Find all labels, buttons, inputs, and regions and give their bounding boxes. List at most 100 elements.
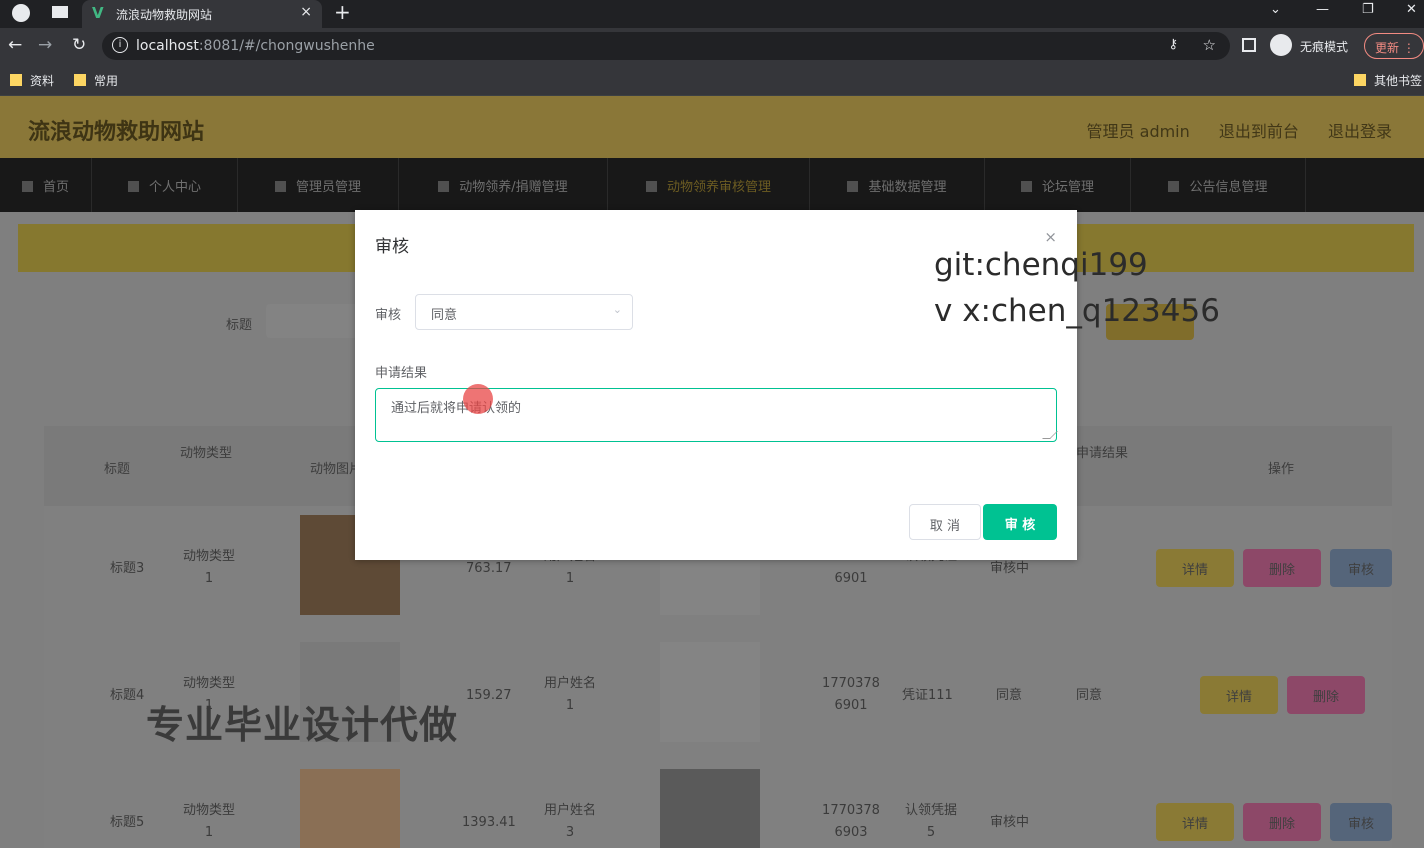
nav-item-admins[interactable]: 管理员管理	[238, 158, 399, 212]
cell-cert: 认领凭据 5	[904, 803, 957, 840]
review-button[interactable]: 审核	[1330, 549, 1392, 587]
watermark-line-2: v x:chen_q123456	[934, 293, 1220, 329]
tab-search-icon[interactable]: ⌄	[1270, 2, 1281, 17]
app-title: 流浪动物救助网站	[28, 120, 205, 145]
cell-result: 同意	[1076, 688, 1103, 703]
bookmarks-bar: 资料 常用 其他书签	[0, 64, 1424, 96]
user-avatar	[660, 642, 760, 742]
vue-logo-icon: V	[92, 4, 104, 22]
nav-label: 首页	[42, 180, 69, 195]
result-textarea-value: 通过后就将申请认领的	[391, 401, 522, 416]
back-icon[interactable]: ←	[8, 35, 22, 55]
resize-handle[interactable]	[1042, 431, 1058, 439]
detail-button[interactable]: 详情	[1156, 803, 1234, 841]
bookmark-folder-changyong[interactable]: 常用	[74, 72, 118, 89]
bookmark-star-icon[interactable]: ☆	[1203, 36, 1216, 54]
nav-label: 公告信息管理	[1189, 180, 1268, 195]
watermark-line-1: git:chenqi199	[934, 247, 1148, 283]
overlay-watermark: 专业毕业设计代做	[146, 703, 459, 747]
review-select[interactable]: 同意 ⌄	[415, 294, 633, 330]
bookmark-folder-ziliao[interactable]: 资料	[10, 72, 54, 89]
close-window-button[interactable]: ✕	[1406, 2, 1417, 17]
cell-price: 1393.41	[462, 815, 516, 830]
tab-close-icon[interactable]: ×	[300, 4, 312, 20]
url-host: localhost	[136, 38, 199, 54]
chevron-down-icon: ⌄	[612, 303, 622, 316]
globe-icon[interactable]	[12, 4, 30, 22]
site-info-icon[interactable]: i	[112, 37, 128, 53]
update-button[interactable]: 更新 ⋮	[1364, 33, 1424, 59]
nav-label: 动物领养审核管理	[666, 180, 771, 195]
url-text: localhost:8081/#/chongwushenhe	[136, 38, 375, 54]
detail-label: 详情	[1181, 817, 1208, 832]
cell-phone: 17703786901	[822, 676, 880, 713]
nav-item-notice[interactable]: 公告信息管理	[1131, 158, 1306, 212]
exit-front-link[interactable]: 退出到前台	[1219, 122, 1299, 141]
review-icon	[645, 181, 657, 192]
cell-type: 动物类型 1	[182, 803, 235, 840]
cell-status: 审核中	[990, 815, 1030, 830]
th-type[interactable]: 动物类型	[180, 442, 232, 461]
search-input[interactable]	[266, 304, 366, 338]
nav-item-profile[interactable]: 个人中心	[92, 158, 238, 212]
th-title[interactable]: 标题	[104, 458, 130, 477]
bookmark-label: 资料	[30, 74, 55, 88]
cell-title: 标题3	[110, 561, 145, 576]
other-bookmarks[interactable]: 其他书签	[1354, 72, 1422, 89]
cell-phone: 17703786903	[822, 803, 880, 840]
detail-label: 详情	[1181, 563, 1208, 578]
nav-item-basedata[interactable]: 基础数据管理	[810, 158, 985, 212]
cell-price: 763.17	[466, 561, 512, 576]
delete-button[interactable]: 删除	[1287, 676, 1365, 714]
delete-button[interactable]: 删除	[1243, 549, 1321, 587]
confirm-review-button[interactable]: 审 核	[983, 504, 1057, 540]
folder-icon	[74, 74, 86, 86]
browser-tab[interactable]: V 流浪动物救助网站 ×	[82, 0, 322, 28]
review-label: 审核	[1347, 817, 1374, 832]
detail-button[interactable]: 详情	[1200, 676, 1278, 714]
delete-label: 删除	[1268, 563, 1295, 578]
user-avatar	[660, 769, 760, 848]
th-ops: 操作	[1268, 462, 1295, 477]
review-select-value: 同意	[431, 308, 458, 323]
cell-status: 审核中	[990, 561, 1030, 576]
main-nav: 首页 个人中心 管理员管理 动物领养/捐赠管理 动物领养审核管理 基础数据管理 …	[0, 158, 1424, 212]
adopt-icon	[438, 181, 450, 192]
incognito-icon[interactable]	[1270, 34, 1292, 56]
maximize-button[interactable]: ❐	[1362, 2, 1374, 17]
cancel-button[interactable]: 取 消	[909, 504, 981, 540]
tab-title: 流浪动物救助网站	[116, 8, 213, 22]
forward-icon[interactable]: →	[38, 35, 52, 55]
reload-icon[interactable]: ↻	[72, 35, 86, 55]
side-panel-icon[interactable]	[1242, 38, 1256, 52]
pet-image	[300, 769, 400, 848]
nav-item-review[interactable]: 动物领养审核管理	[608, 158, 810, 212]
app-header: 流浪动物救助网站 管理员 admin 退出到前台 退出登录	[0, 96, 1424, 158]
logout-link[interactable]: 退出登录	[1328, 122, 1392, 141]
delete-label: 删除	[1312, 690, 1339, 705]
nav-item-forum[interactable]: 论坛管理	[985, 158, 1131, 212]
review-button[interactable]: 审核	[1330, 803, 1392, 841]
cell-status: 同意	[996, 688, 1023, 703]
review-label: 审核	[1347, 563, 1374, 578]
detail-button[interactable]: 详情	[1156, 549, 1234, 587]
password-key-icon[interactable]: ⚷	[1168, 37, 1178, 52]
mouse-cursor-highlight	[463, 384, 493, 414]
detail-label: 详情	[1225, 690, 1252, 705]
new-tab-button[interactable]: +	[334, 0, 351, 24]
admin-icon	[274, 181, 286, 192]
th-result[interactable]: 申请结果	[1076, 442, 1128, 461]
browser-tab-bar: V 流浪动物救助网站 × + ⌄ — ❐ ✕	[0, 0, 1424, 28]
cell-title: 标题4	[110, 688, 145, 703]
minimize-button[interactable]: —	[1316, 2, 1329, 17]
window-icon[interactable]	[52, 6, 68, 18]
nav-item-home[interactable]: 首页	[0, 158, 92, 212]
nav-item-adoption[interactable]: 动物领养/捐赠管理	[399, 158, 608, 212]
cell-user: 用户姓名 3	[543, 803, 596, 840]
delete-button[interactable]: 删除	[1243, 803, 1321, 841]
url-input[interactable]: i localhost:8081/#/chongwushenhe ⚷ ☆	[102, 32, 1230, 60]
data-icon	[847, 181, 859, 192]
url-path: :8081/#/chongwushenhe	[198, 38, 375, 54]
folder-icon	[10, 74, 22, 86]
close-icon[interactable]: ×	[1044, 228, 1057, 246]
